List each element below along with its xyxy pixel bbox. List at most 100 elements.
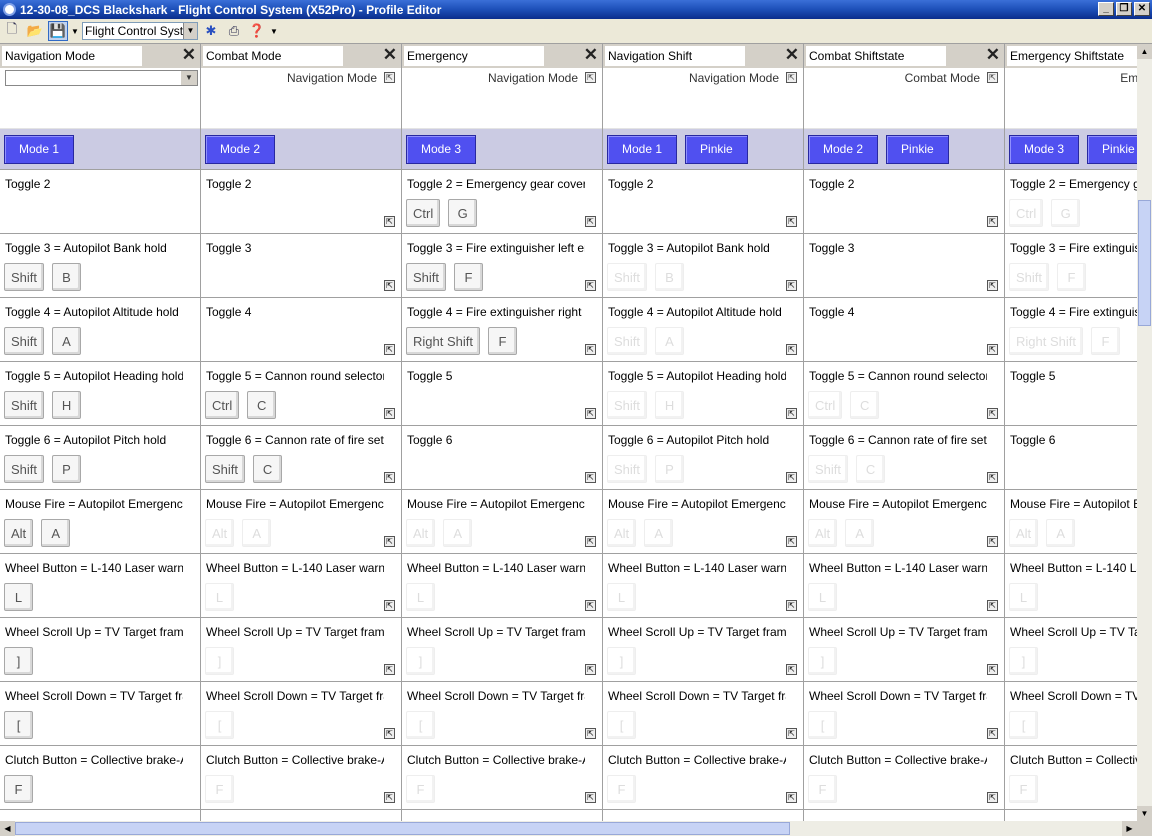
assignment-cell[interactable]: Wheel Button = L-140 Laser warning L ⇱ <box>804 554 1004 618</box>
key-chip[interactable]: Alt <box>205 519 235 547</box>
link-icon[interactable]: ⇱ <box>786 72 797 83</box>
key-chip[interactable]: B <box>52 263 82 291</box>
key-chip[interactable]: F <box>1057 263 1087 291</box>
link-icon[interactable]: ⇱ <box>384 472 395 483</box>
link-icon[interactable]: ⇱ <box>987 280 998 291</box>
assignment-cell[interactable]: Wheel Scroll Up = TV Target frame le ] ⇱ <box>402 618 602 682</box>
close-icon[interactable]: ✕ <box>785 46 799 63</box>
assignment-cell[interactable]: Toggle 4 = Autopilot Altitude hold Shift… <box>0 298 200 362</box>
link-icon[interactable]: ⇱ <box>585 600 596 611</box>
link-icon[interactable]: ⇱ <box>987 72 998 83</box>
key-chip[interactable]: L <box>4 583 33 611</box>
link-icon[interactable]: ⇱ <box>384 280 395 291</box>
key-chip[interactable]: Shift <box>4 327 45 355</box>
key-chip[interactable]: A <box>644 519 674 547</box>
assignment-cell[interactable]: Toggle 4 ⇱ <box>201 298 401 362</box>
link-icon[interactable]: ⇱ <box>786 280 797 291</box>
key-chip[interactable]: ] <box>205 647 234 675</box>
assignment-cell[interactable]: Toggle 2 = Emergency gear cover CtrlG ⇱ <box>402 170 602 234</box>
assignment-cell[interactable]: Wheel Button = L-140 Laser warning L ⇱ <box>402 554 602 618</box>
link-icon[interactable]: ⇱ <box>786 216 797 227</box>
assignment-cell[interactable]: Toggle 2 ⇱ <box>201 170 401 234</box>
key-chip[interactable]: H <box>655 391 685 419</box>
assignment-cell[interactable]: Toggle 3 = Fire extinguisher left engir … <box>402 234 602 298</box>
link-icon[interactable]: ⇱ <box>987 600 998 611</box>
assignment-cell[interactable]: Toggle 6 = Autopilot Pitch hold Shift P <box>0 426 200 490</box>
key-chip[interactable]: Ctrl <box>1009 199 1044 227</box>
link-icon[interactable]: ⇱ <box>585 536 596 547</box>
assignment-cell[interactable]: Toggle 5 = Autopilot Heading hold Shift H <box>0 362 200 426</box>
key-chip[interactable]: L <box>808 583 837 611</box>
restore-button[interactable]: ❐ <box>1116 2 1132 16</box>
key-chip[interactable]: Shift <box>607 327 648 355</box>
key-chip[interactable]: A <box>52 327 82 355</box>
mode-button[interactable]: Pinkie <box>1087 134 1137 164</box>
close-window-button[interactable]: ✕ <box>1134 2 1150 16</box>
vertical-scroll-thumb[interactable] <box>1138 200 1151 326</box>
new-file-icon[interactable]: 🗋 <box>2 21 22 41</box>
assignment-cell[interactable]: Mouse Fire = Autopilot Emergency Of AltA… <box>1005 490 1137 554</box>
key-chip[interactable]: F <box>808 775 837 803</box>
assignment-cell[interactable]: Toggle 2 ⇱ <box>603 170 803 234</box>
link-icon[interactable]: ⇱ <box>585 664 596 675</box>
link-icon[interactable]: ⇱ <box>384 536 395 547</box>
print-icon[interactable]: ⎙ <box>224 21 244 41</box>
assignment-cell[interactable]: Toggle 5 = Autopilot Heading hold Shift H… <box>603 362 803 426</box>
link-icon[interactable]: ⇱ <box>585 792 596 803</box>
key-chip[interactable]: G <box>448 199 478 227</box>
key-chip[interactable]: F <box>454 263 484 291</box>
assignment-cell[interactable]: Toggle 4 = Fire extinguisher right eng R… <box>402 298 602 362</box>
key-chip[interactable]: B <box>655 263 685 291</box>
assignment-cell[interactable]: Mouse Fire = Autopilot Emergency Of AltA… <box>603 490 803 554</box>
assignment-cell[interactable]: Toggle 2 ⇱ <box>804 170 1004 234</box>
assignment-cell[interactable]: Clutch Button = Collective brake-Assi F ⇱ <box>201 746 401 810</box>
key-chip[interactable]: C <box>247 391 277 419</box>
key-chip[interactable]: F <box>4 775 33 803</box>
assignment-cell[interactable]: Wheel Scroll Up = TV Target frame le ] ⇱ <box>804 618 1004 682</box>
assignment-cell[interactable]: Wheel Scroll Down = TV Target fram [⇱ <box>201 682 401 746</box>
key-chip[interactable]: ] <box>607 647 636 675</box>
link-icon[interactable]: ⇱ <box>786 792 797 803</box>
link-icon[interactable]: ⇱ <box>585 216 596 227</box>
key-chip[interactable]: ] <box>4 647 33 675</box>
assignment-cell[interactable]: Toggle 6 ⇱ <box>1005 426 1137 490</box>
link-icon[interactable]: ⇱ <box>585 472 596 483</box>
assignment-cell[interactable]: Mouse Fire = Autopilot Emergency Of AltA… <box>402 490 602 554</box>
mode-button[interactable]: Mode 1 <box>4 134 75 164</box>
key-chip[interactable]: Shift <box>607 263 648 291</box>
column-name[interactable]: Emergency Shiftstate <box>1007 46 1137 66</box>
parent-mode-dropdown[interactable]: ▼ <box>5 70 198 86</box>
key-chip[interactable]: Right Shift <box>1009 327 1083 355</box>
link-icon[interactable]: ⇱ <box>786 536 797 547</box>
link-icon[interactable]: ⇱ <box>987 408 998 419</box>
assignment-cell[interactable]: Wheel Button = L-140 Laser warning L <box>0 554 200 618</box>
close-icon[interactable]: ✕ <box>584 46 598 63</box>
chevron-down-icon[interactable]: ▼ <box>183 23 197 39</box>
key-chip[interactable]: F <box>1009 775 1038 803</box>
key-chip[interactable]: P <box>655 455 685 483</box>
key-chip[interactable]: L <box>406 583 435 611</box>
key-chip[interactable]: Alt <box>406 519 436 547</box>
help-dropdown-arrow[interactable]: ▼ <box>270 27 278 36</box>
key-chip[interactable]: Ctrl <box>808 391 843 419</box>
key-chip[interactable]: Shift <box>406 263 447 291</box>
key-chip[interactable]: F <box>406 775 435 803</box>
assignment-cell[interactable]: Toggle 4 ⇱ <box>804 298 1004 362</box>
assignment-cell[interactable]: Toggle 6 = Cannon rate of fire setting S… <box>804 426 1004 490</box>
link-icon[interactable]: ⇱ <box>384 728 395 739</box>
key-chip[interactable]: [ <box>607 711 636 739</box>
help-icon[interactable]: ❓ <box>247 21 267 41</box>
column-name[interactable]: Combat Shiftstate <box>806 46 946 66</box>
assignment-cell[interactable]: Toggle 3 = Autopilot Bank hold Shift B ⇱ <box>603 234 803 298</box>
assignment-cell[interactable]: Clutch Button = Collective brake-Assi F ⇱ <box>402 746 602 810</box>
assignment-cell[interactable]: Toggle 2 <box>0 170 200 234</box>
key-chip[interactable]: ] <box>406 647 435 675</box>
profile-select[interactable]: Flight Control System ▼ <box>82 22 198 40</box>
key-chip[interactable]: [ <box>1009 711 1038 739</box>
link-icon[interactable]: ⇱ <box>987 792 998 803</box>
key-chip[interactable]: C <box>856 455 886 483</box>
link-icon[interactable]: ⇱ <box>384 216 395 227</box>
assignment-cell[interactable]: Toggle 5 ⇱ <box>402 362 602 426</box>
assignment-cell[interactable]: Wheel Scroll Down = TV Target fram [⇱ <box>804 682 1004 746</box>
key-chip[interactable]: Alt <box>1009 519 1039 547</box>
